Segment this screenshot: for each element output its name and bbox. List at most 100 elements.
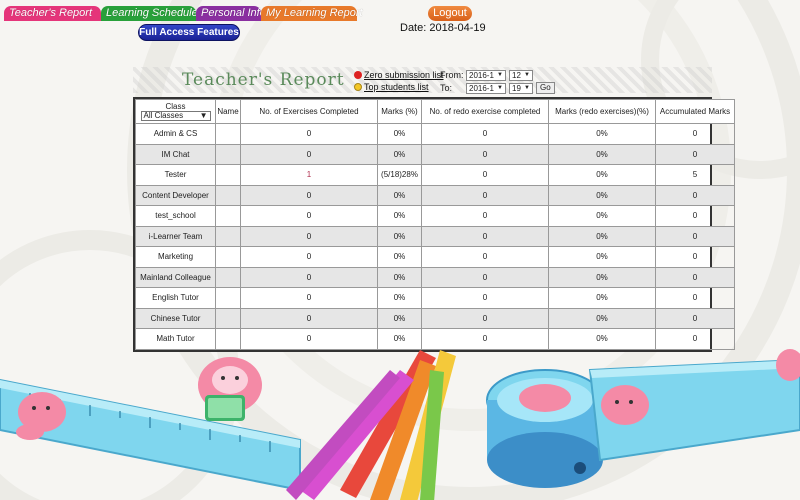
redo-marks-cell: 0%	[548, 184, 656, 206]
marks-cell: 0%	[377, 307, 422, 329]
report-links: Zero submission list Top students list	[354, 69, 444, 93]
completed-cell[interactable]: 1	[240, 164, 378, 186]
class-cell[interactable]: Content Developer	[135, 184, 216, 206]
marks-cell: 0%	[377, 287, 422, 309]
class-cell[interactable]: Math Tutor	[135, 328, 216, 350]
chevron-down-icon: ▼	[524, 71, 530, 78]
from-term-select[interactable]: 2016-1 ▼	[466, 69, 506, 81]
redo-column-header: No. of redo exercise completed	[421, 99, 549, 124]
table-row[interactable]: i-Learner Team 0 0% 0 0% 0	[135, 225, 735, 247]
mascot-right-illustration	[601, 349, 800, 425]
redo-cell: 0	[421, 328, 549, 350]
class-column-header: Class All Classes ▼	[135, 99, 216, 124]
table-header-row: Class All Classes ▼ Name No. of Exercises…	[135, 99, 735, 124]
class-cell[interactable]: Admin & CS	[135, 123, 216, 145]
redo-cell: 0	[421, 225, 549, 247]
from-term-value: 2016-1	[469, 70, 494, 80]
accumulated-cell: 0	[655, 287, 735, 309]
table-row[interactable]: Math Tutor 0 0% 0 0% 0	[135, 328, 735, 350]
redo-marks-cell: 0%	[548, 246, 656, 268]
accumulated-cell: 0	[655, 246, 735, 268]
completed-cell: 0	[240, 266, 378, 288]
class-header-label: Class	[165, 102, 186, 111]
from-week-select[interactable]: 12 ▼	[509, 69, 533, 81]
completed-cell: 0	[240, 225, 378, 247]
to-week-select[interactable]: 19 ▼	[509, 82, 533, 94]
redo-marks-cell: 0%	[548, 143, 656, 165]
class-cell[interactable]: Tester	[135, 164, 216, 186]
completed-cell: 0	[240, 143, 378, 165]
class-cell[interactable]: IM Chat	[135, 143, 216, 165]
go-button[interactable]: Go	[536, 82, 555, 94]
tab-my-learning-report[interactable]: My Learning Report	[261, 6, 363, 21]
completed-cell: 0	[240, 184, 378, 206]
accumulated-cell: 0	[655, 307, 735, 329]
chevron-down-icon: ▼	[497, 84, 503, 91]
completed-column-header: No. of Exercises Completed	[240, 99, 378, 124]
redo-marks-cell: 0%	[548, 266, 656, 288]
redo-cell: 0	[421, 307, 549, 329]
table-row[interactable]: English Tutor 0 0% 0 0% 0	[135, 287, 735, 309]
class-cell[interactable]: test_school	[135, 205, 216, 227]
redo-cell: 0	[421, 143, 549, 165]
tab-teachers-report[interactable]: Teacher's Report	[4, 6, 101, 21]
name-cell	[215, 123, 241, 145]
top-students-label: Top students list	[364, 82, 429, 92]
class-cell[interactable]: Marketing	[135, 246, 216, 268]
full-access-features-button[interactable]: Full Access Features	[138, 24, 240, 41]
redo-marks-cell: 0%	[548, 225, 656, 247]
chevron-down-icon: ▼	[524, 84, 530, 91]
to-term-select[interactable]: 2016-1 ▼	[466, 82, 506, 94]
accumulated-cell: 0	[655, 123, 735, 145]
table-row[interactable]: Marketing 0 0% 0 0% 0	[135, 246, 735, 268]
table-row[interactable]: IM Chat 0 0% 0 0% 0	[135, 143, 735, 165]
class-cell[interactable]: i-Learner Team	[135, 225, 216, 247]
ruler-left-illustration	[0, 378, 301, 492]
redo-cell: 0	[421, 205, 549, 227]
table-row[interactable]: test_school 0 0% 0 0% 0	[135, 205, 735, 227]
class-cell[interactable]: English Tutor	[135, 287, 216, 309]
class-cell[interactable]: Mainland Colleague	[135, 266, 216, 288]
completed-cell: 0	[240, 328, 378, 350]
tab-personal-info[interactable]: Personal Info	[196, 6, 266, 21]
ruler-right-illustration	[588, 358, 800, 462]
table-row[interactable]: Tester 1 (5/18)28% 0 0% 5	[135, 164, 735, 186]
date-display: Date: 2018-04-19	[400, 22, 486, 34]
top-students-link[interactable]: Top students list	[354, 81, 444, 93]
to-term-value: 2016-1	[469, 83, 494, 93]
class-filter-value: All Classes	[143, 111, 184, 120]
accumulated-column-header: Accumulated Marks	[655, 99, 735, 124]
completed-cell: 0	[240, 287, 378, 309]
accumulated-cell: 0	[655, 143, 735, 165]
table-row[interactable]: Admin & CS 0 0% 0 0% 0	[135, 123, 735, 145]
class-filter-select[interactable]: All Classes ▼	[140, 111, 211, 121]
zero-submission-label: Zero submission list	[364, 70, 444, 80]
tab-learning-schedule[interactable]: Learning Schedule	[101, 6, 198, 21]
marks-cell: 0%	[377, 143, 422, 165]
red-dot-icon	[354, 71, 362, 79]
name-cell	[215, 266, 241, 288]
from-label: From:	[440, 70, 464, 80]
completed-cell: 0	[240, 205, 378, 227]
redo-marks-cell: 0%	[548, 123, 656, 145]
marks-cell: 0%	[377, 246, 422, 268]
smiley-icon	[354, 83, 362, 91]
page-title: Teacher's Report	[182, 70, 345, 90]
redo-marks-cell: 0%	[548, 328, 656, 350]
chevron-down-icon: ▼	[497, 71, 503, 78]
table-row[interactable]: Mainland Colleague 0 0% 0 0% 0	[135, 266, 735, 288]
mascot-left-illustration	[16, 392, 66, 440]
name-cell	[215, 328, 241, 350]
redo-cell: 0	[421, 123, 549, 145]
class-cell[interactable]: Chinese Tutor	[135, 307, 216, 329]
logout-button[interactable]: Logout	[428, 6, 472, 21]
table-row[interactable]: Chinese Tutor 0 0% 0 0% 0	[135, 307, 735, 329]
date-range-selector: From: 2016-1 ▼ 12 ▼ To: 2016-1 ▼ 19 ▼ Go	[440, 69, 555, 95]
decorative-scene	[0, 349, 800, 500]
table-row[interactable]: Content Developer 0 0% 0 0% 0	[135, 184, 735, 206]
marks-cell: 0%	[377, 328, 422, 350]
accumulated-cell: 0	[655, 328, 735, 350]
redo-cell: 0	[421, 287, 549, 309]
zero-submission-link[interactable]: Zero submission list	[354, 69, 444, 81]
marks-cell: 0%	[377, 184, 422, 206]
